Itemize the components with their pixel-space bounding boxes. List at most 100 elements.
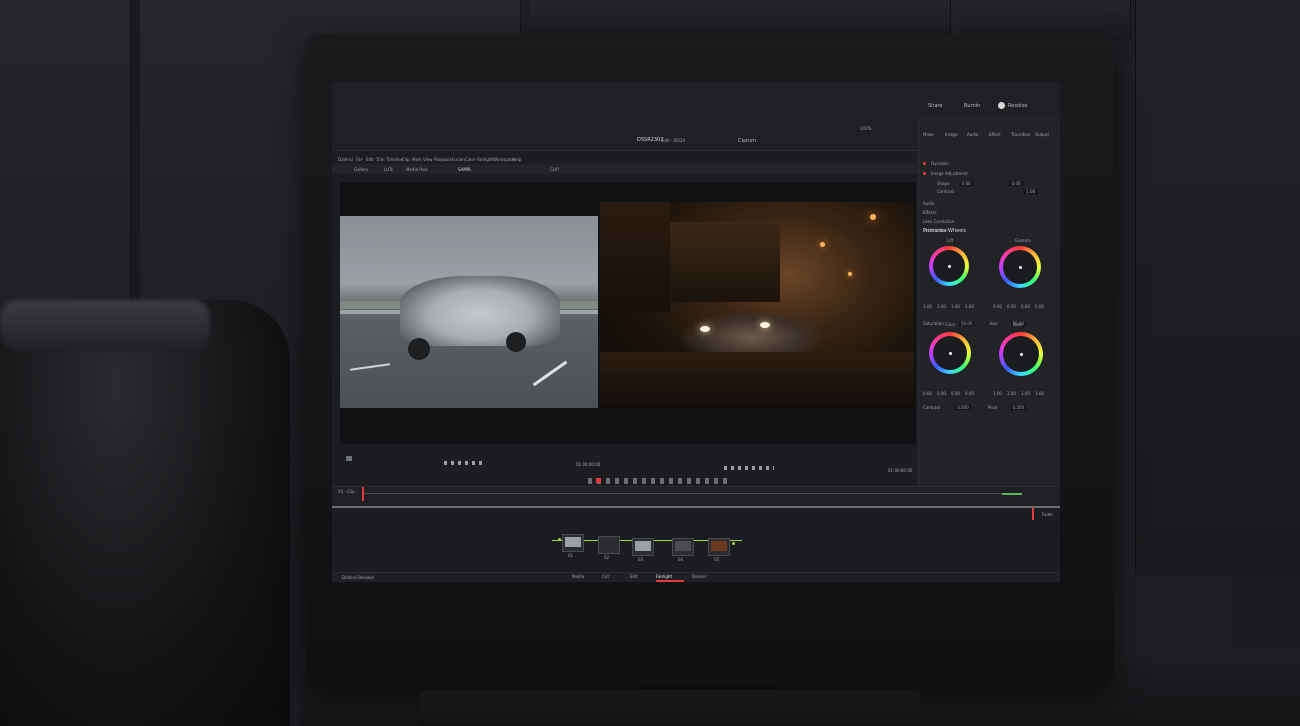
wheels-title: Primaries Wheels <box>923 228 967 234</box>
street-light <box>820 242 825 247</box>
node-label: 04 <box>678 557 684 562</box>
menu-color[interactable]: Color <box>465 157 475 162</box>
node-label: 05 <box>714 557 720 562</box>
track-label: V1 · Clip <box>338 489 355 494</box>
saturation-label: Saturation <box>923 321 944 326</box>
page-deliver[interactable]: Deliver <box>692 574 706 579</box>
resolve-tab[interactable]: Resolve <box>1008 103 1027 109</box>
node-05[interactable] <box>708 538 730 556</box>
node-01[interactable] <box>562 534 584 552</box>
wheel-center-puck[interactable] <box>1019 266 1022 269</box>
source-frame[interactable] <box>340 216 598 408</box>
page-fairlight[interactable]: Fairlight <box>656 574 672 579</box>
menu-timeline[interactable]: Timeline <box>386 157 403 162</box>
clip-dropdown[interactable]: CLIP <box>550 167 559 172</box>
menu-bar: DaVinci File Edit Trim Timeline Clip Mar… <box>338 156 538 164</box>
media-pool-button[interactable]: Media Pool <box>406 167 428 172</box>
tab-effect[interactable]: Effect <box>989 132 1001 137</box>
timecode-left: 01:00:00:00 <box>576 462 601 467</box>
page-edit[interactable]: Edit <box>630 574 638 579</box>
pivot-label: Pivot <box>987 405 998 410</box>
menu-fusion[interactable]: Fusion <box>452 157 465 162</box>
node-label: 02 <box>604 555 610 560</box>
project-subtitle: Edit · 06/24 <box>662 138 686 143</box>
transport-bar: 01:00:00:00 01:00:00:00 <box>340 452 916 476</box>
luts-button[interactable]: LUTs <box>384 167 393 172</box>
menu-trim[interactable]: Trim <box>376 157 385 162</box>
page-name[interactable]: Clarum <box>738 138 756 144</box>
lane-marking <box>350 363 390 371</box>
playback-controls[interactable] <box>724 466 774 470</box>
node-label: 01 <box>568 553 574 558</box>
street-light <box>870 214 876 220</box>
tab-mixer[interactable]: Mixer <box>923 132 934 137</box>
page-media[interactable]: Media <box>572 574 584 579</box>
gain-wheel[interactable] <box>999 332 1043 376</box>
gamma-wheel[interactable] <box>999 246 1041 288</box>
node-02[interactable] <box>598 536 620 554</box>
car-wheel <box>506 332 526 352</box>
zoom-level[interactable]: 102% <box>860 126 871 131</box>
wheel-label-gain: Gain <box>1013 322 1023 327</box>
inspector-tabs: Mixer Image Audio Effect Transition Outp… <box>923 122 1057 138</box>
tab-image[interactable]: Image <box>945 132 958 137</box>
headlight <box>700 326 710 332</box>
playback-controls[interactable] <box>444 461 484 465</box>
menu-playback[interactable]: Playback <box>434 157 452 162</box>
color-wheel[interactable] <box>929 332 971 374</box>
end-marker <box>1032 508 1034 520</box>
lift-wheel[interactable] <box>929 246 969 286</box>
param-value-right[interactable]: 1.00 <box>1023 189 1039 194</box>
node-03[interactable] <box>632 538 654 556</box>
timeline-ruler[interactable]: V1 · Clip <box>332 486 1060 507</box>
timeline-frame[interactable] <box>600 202 914 408</box>
wheel-center-puck[interactable] <box>949 352 952 355</box>
burnin-tab[interactable]: Burnin <box>964 103 980 109</box>
footer-label: DaVinci Resolve <box>342 575 374 580</box>
param-label: Contrast <box>937 189 955 194</box>
menu-clip[interactable]: Clip <box>402 157 410 162</box>
toolbar: Gallery LUTs Media Pool SAMPL CLIP <box>332 164 920 174</box>
tab-transition[interactable]: Transition <box>1011 132 1030 137</box>
eyedropper-icon[interactable] <box>346 456 352 461</box>
level-meter[interactable] <box>1002 493 1022 495</box>
track-divider <box>332 506 1060 508</box>
wheel-row-1: Saturation 50.00 Hue 50.00 <box>923 310 1057 329</box>
pivot-value[interactable]: 0.500 <box>1010 405 1027 410</box>
wheel-label-lift: Lift <box>947 238 954 243</box>
wet-road <box>600 352 914 408</box>
resolve-screen: DaVinci File Edit Trim Timeline Clip Mar… <box>332 82 1060 582</box>
page-bar: Media Cut Edit Fairlight Deliver <box>572 574 732 582</box>
record-icon[interactable] <box>998 102 1005 109</box>
contrast-value[interactable]: 0.000 <box>955 405 971 410</box>
record-flag-icon[interactable] <box>596 478 601 483</box>
wheel-center-puck[interactable] <box>948 265 951 268</box>
gallery-button[interactable]: Gallery <box>354 167 368 172</box>
menu-davinci[interactable]: DaVinci <box>338 157 353 162</box>
menu-help[interactable]: Help <box>512 157 521 162</box>
tab-output[interactable]: Output <box>1035 132 1049 137</box>
menu-edit[interactable]: Edit <box>366 157 374 162</box>
clip-label[interactable]: SAMPL <box>458 167 471 172</box>
page-cut[interactable]: Cut <box>602 574 609 579</box>
tool-icons-row[interactable] <box>588 478 728 484</box>
playhead[interactable] <box>362 487 364 501</box>
street-light <box>848 272 852 276</box>
menu-view[interactable]: View <box>423 157 433 162</box>
node-editor: 01 02 03 04 05 <box>332 522 1060 572</box>
chair-headrest <box>0 300 210 350</box>
wheel-label-color: Color <box>945 322 956 327</box>
inspector-panel: Mixer Image Audio Effect Transition Outp… <box>918 118 1060 488</box>
tab-audio[interactable]: Audio <box>967 132 978 137</box>
menu-fairlight[interactable]: Fairlight <box>477 157 493 162</box>
saturation-value[interactable]: 50.00 <box>958 321 975 326</box>
hue-label: Hue <box>989 321 998 326</box>
param-row: Contrast 1.00 <box>937 178 1039 197</box>
menu-file[interactable]: File <box>356 157 363 162</box>
headlight <box>760 322 770 328</box>
share-tab[interactable]: Share <box>928 103 942 109</box>
wheel-center-puck[interactable] <box>1020 353 1023 356</box>
node-04[interactable] <box>672 538 694 556</box>
lane-marking <box>532 360 568 387</box>
menu-mark[interactable]: Mark <box>412 157 422 162</box>
